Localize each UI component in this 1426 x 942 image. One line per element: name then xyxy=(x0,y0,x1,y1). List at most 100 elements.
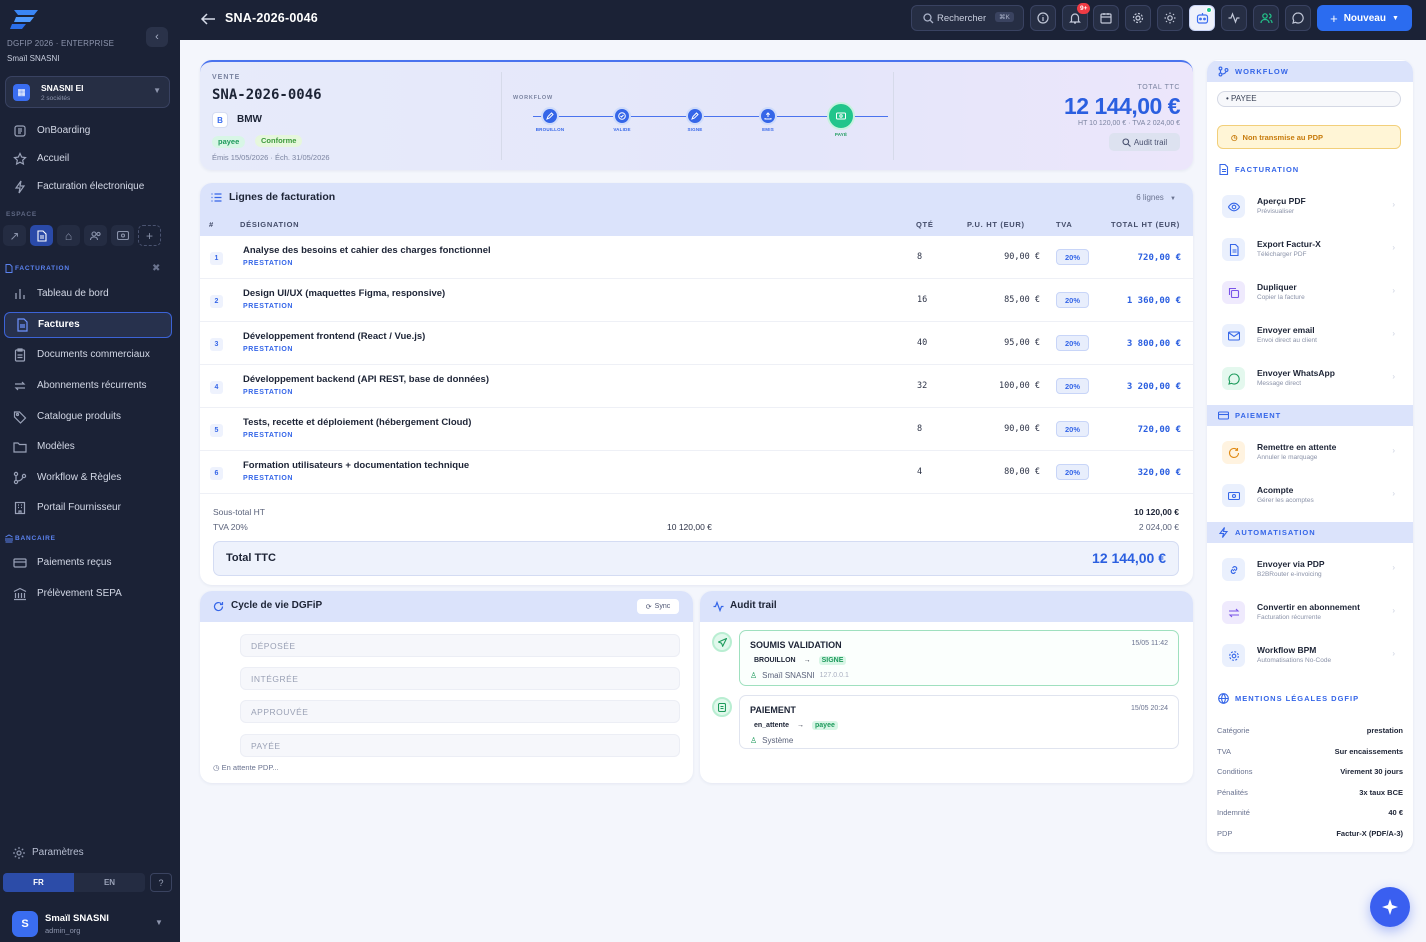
nav-onboarding[interactable]: OnBoarding xyxy=(0,119,180,143)
ai-assistant-fab[interactable] xyxy=(1370,887,1410,927)
nav-catalogue[interactable]: Catalogue produits xyxy=(0,405,180,429)
nav-documents-commerciaux[interactable]: Documents commerciaux xyxy=(0,343,180,367)
nav-abonnements[interactable]: Abonnements récurrents xyxy=(0,374,180,398)
chat-button[interactable] xyxy=(1285,5,1311,31)
action-envoyer-via-pdp[interactable]: Envoyer via PDP B2BRouter e-invoicing › xyxy=(1217,551,1405,587)
lang-fr-button[interactable]: FR xyxy=(3,873,74,892)
money-icon xyxy=(116,231,129,240)
action-envoyer-email[interactable]: Envoyer email Envoi direct au client › xyxy=(1217,317,1405,353)
pen-icon xyxy=(686,107,704,125)
espace-bank-button[interactable]: ⌂ xyxy=(57,225,80,246)
divider xyxy=(893,72,894,160)
row-qty: 4 xyxy=(917,467,923,477)
lines-count-toggle[interactable]: 6 lignes ▼ xyxy=(1136,193,1176,202)
user-menu[interactable]: S Smaïl SNASNI admin_org ▼ xyxy=(0,903,180,942)
undo-icon xyxy=(1222,441,1245,464)
online-dot xyxy=(1206,7,1212,13)
org-label: DGFIP 2026 · ENTERPRISE xyxy=(7,39,115,48)
espace-facturation-button[interactable] xyxy=(30,225,53,246)
refresh-icon: ⟳ xyxy=(645,603,652,611)
help-button[interactable]: ? xyxy=(150,873,172,892)
legal-key: Catégorie xyxy=(1217,726,1250,735)
table-row[interactable]: 2 Design UI/UX (maquettes Figma, responsi… xyxy=(200,279,1193,322)
nav-prelevement-sepa[interactable]: Prélèvement SEPA xyxy=(0,582,180,606)
audit-trail-label: Audit trail xyxy=(1133,137,1168,147)
nav-workflow-regles[interactable]: Workflow & Règles xyxy=(0,466,180,490)
action-acompte[interactable]: Acompte Gérer les acomptes › xyxy=(1217,477,1405,513)
theme-button[interactable] xyxy=(1157,5,1183,31)
gear-icon xyxy=(1132,12,1144,24)
audit-entry[interactable]: SOUMIS VALIDATION 15/05 11:42 BROUILLON →… xyxy=(739,630,1179,686)
new-button[interactable]: + Nouveau ▼ xyxy=(1317,5,1412,31)
sun-icon xyxy=(1164,12,1176,24)
action-subtitle: Annuler le marquage xyxy=(1257,454,1318,461)
divider xyxy=(501,72,502,160)
espace-payments-button[interactable] xyxy=(111,225,134,246)
legal-key: Conditions xyxy=(1217,767,1253,776)
nav-label: OnBoarding xyxy=(37,125,91,136)
section-workflow: WORKFLOW xyxy=(1207,61,1413,82)
row-total: 720,00 € xyxy=(1137,425,1181,435)
action-title: Dupliquer xyxy=(1257,282,1297,292)
nav-accueil[interactable]: Accueil xyxy=(0,147,180,171)
table-row[interactable]: 5 Tests, recette et déploiement (hébergem… xyxy=(200,408,1193,451)
action-export-factur-x[interactable]: Export Factur-X Télécharger PDF › xyxy=(1217,231,1405,267)
row-total: 3 800,00 € xyxy=(1126,339,1181,349)
action-title: Envoyer email xyxy=(1257,325,1315,335)
app-logo[interactable] xyxy=(10,8,50,32)
nav-tableau-de-bord[interactable]: Tableau de bord xyxy=(0,282,180,306)
audit-entry[interactable]: PAIEMENT 15/05 20:24 en_attente → payee ♙ S… xyxy=(739,695,1179,749)
status-select[interactable]: • PAYEE xyxy=(1217,91,1401,107)
activity-button[interactable] xyxy=(1221,5,1247,31)
search-button[interactable]: Rechercher ⌘K xyxy=(911,5,1024,31)
action-envoyer-whatsapp[interactable]: Envoyer WhatsApp Message direct › xyxy=(1217,360,1405,396)
client-name: BMW xyxy=(237,114,262,125)
action-dupliquer[interactable]: Dupliquer Copier la facture › xyxy=(1217,274,1405,310)
espace-add-button[interactable]: + xyxy=(138,225,161,246)
table-row[interactable]: 6 Formation utilisateurs + documentation … xyxy=(200,451,1193,494)
nav-paiements-recus[interactable]: Paiements reçus xyxy=(0,551,180,575)
section-title: PAIEMENT xyxy=(1235,411,1282,420)
espace-trend-button[interactable]: ↗ xyxy=(3,225,26,246)
collapse-sidebar-button[interactable]: ‹ xyxy=(146,27,168,47)
company-switcher[interactable]: ▦ SNASNI EI 2 sociétés ▼ xyxy=(5,76,170,108)
assistant-button[interactable] xyxy=(1189,5,1215,31)
row-tva-badge: 20% xyxy=(1056,421,1089,437)
back-arrow-icon[interactable] xyxy=(200,12,216,26)
settings-link[interactable]: Paramètres xyxy=(0,842,180,864)
action-subtitle: Automatisations No-Code xyxy=(1257,657,1332,664)
table-row[interactable]: 1 Analyse des besoins et cahier des charg… xyxy=(200,236,1193,279)
espace-users-button[interactable] xyxy=(84,225,107,246)
calendar-button[interactable] xyxy=(1093,5,1119,31)
repeat-icon xyxy=(1222,601,1245,624)
credit-card-icon xyxy=(1218,410,1229,421)
folder-icon xyxy=(13,440,27,454)
table-row[interactable]: 4 Développement backend (API REST, base d… xyxy=(200,365,1193,408)
table-row[interactable]: 3 Développement frontend (React / Vue.js)… xyxy=(200,322,1193,365)
action-remettre-en-attente[interactable]: Remettre en attente Annuler le marquage › xyxy=(1217,434,1405,470)
nav-portail-fournisseur[interactable]: Portail Fournisseur xyxy=(0,496,180,520)
info-button[interactable] xyxy=(1030,5,1056,31)
nav-modeles[interactable]: Modèles xyxy=(0,435,180,459)
nav-factures[interactable]: Factures xyxy=(4,312,172,338)
close-section-icon[interactable]: ✖ xyxy=(152,263,160,274)
chevron-right-icon: › xyxy=(1392,329,1395,338)
action-convertir-en-abonnement[interactable]: Convertir en abonnement Facturation récur… xyxy=(1217,594,1405,630)
notifications-button[interactable]: 9+ xyxy=(1062,3,1091,31)
team-button[interactable] xyxy=(1253,5,1279,31)
lifecycle-title: Cycle de vie DGFiP xyxy=(231,600,323,611)
sync-button[interactable]: ⟳ Sync xyxy=(637,599,679,614)
action-workflow-bpm[interactable]: Workflow BPM Automatisations No-Code › xyxy=(1217,637,1405,673)
lang-en-button[interactable]: EN xyxy=(74,873,145,892)
to-state: SIGNE xyxy=(818,656,847,665)
audit-trail-button[interactable]: Audit trail xyxy=(1109,133,1180,151)
nav-facturation-electronique[interactable]: Facturation électronique xyxy=(0,175,180,199)
row-designation: Formation utilisateurs + documentation t… xyxy=(243,460,470,471)
chevron-right-icon: › xyxy=(1392,649,1395,658)
action-aper-u-pdf[interactable]: Aperçu PDF Prévisualiser › xyxy=(1217,188,1405,224)
tag-icon xyxy=(13,410,27,424)
section-title: FACTURATION xyxy=(1235,165,1300,174)
section-automatisation: AUTOMATISATION xyxy=(1207,522,1413,543)
language-switch: FR EN xyxy=(3,873,145,892)
settings-button[interactable] xyxy=(1125,5,1151,31)
